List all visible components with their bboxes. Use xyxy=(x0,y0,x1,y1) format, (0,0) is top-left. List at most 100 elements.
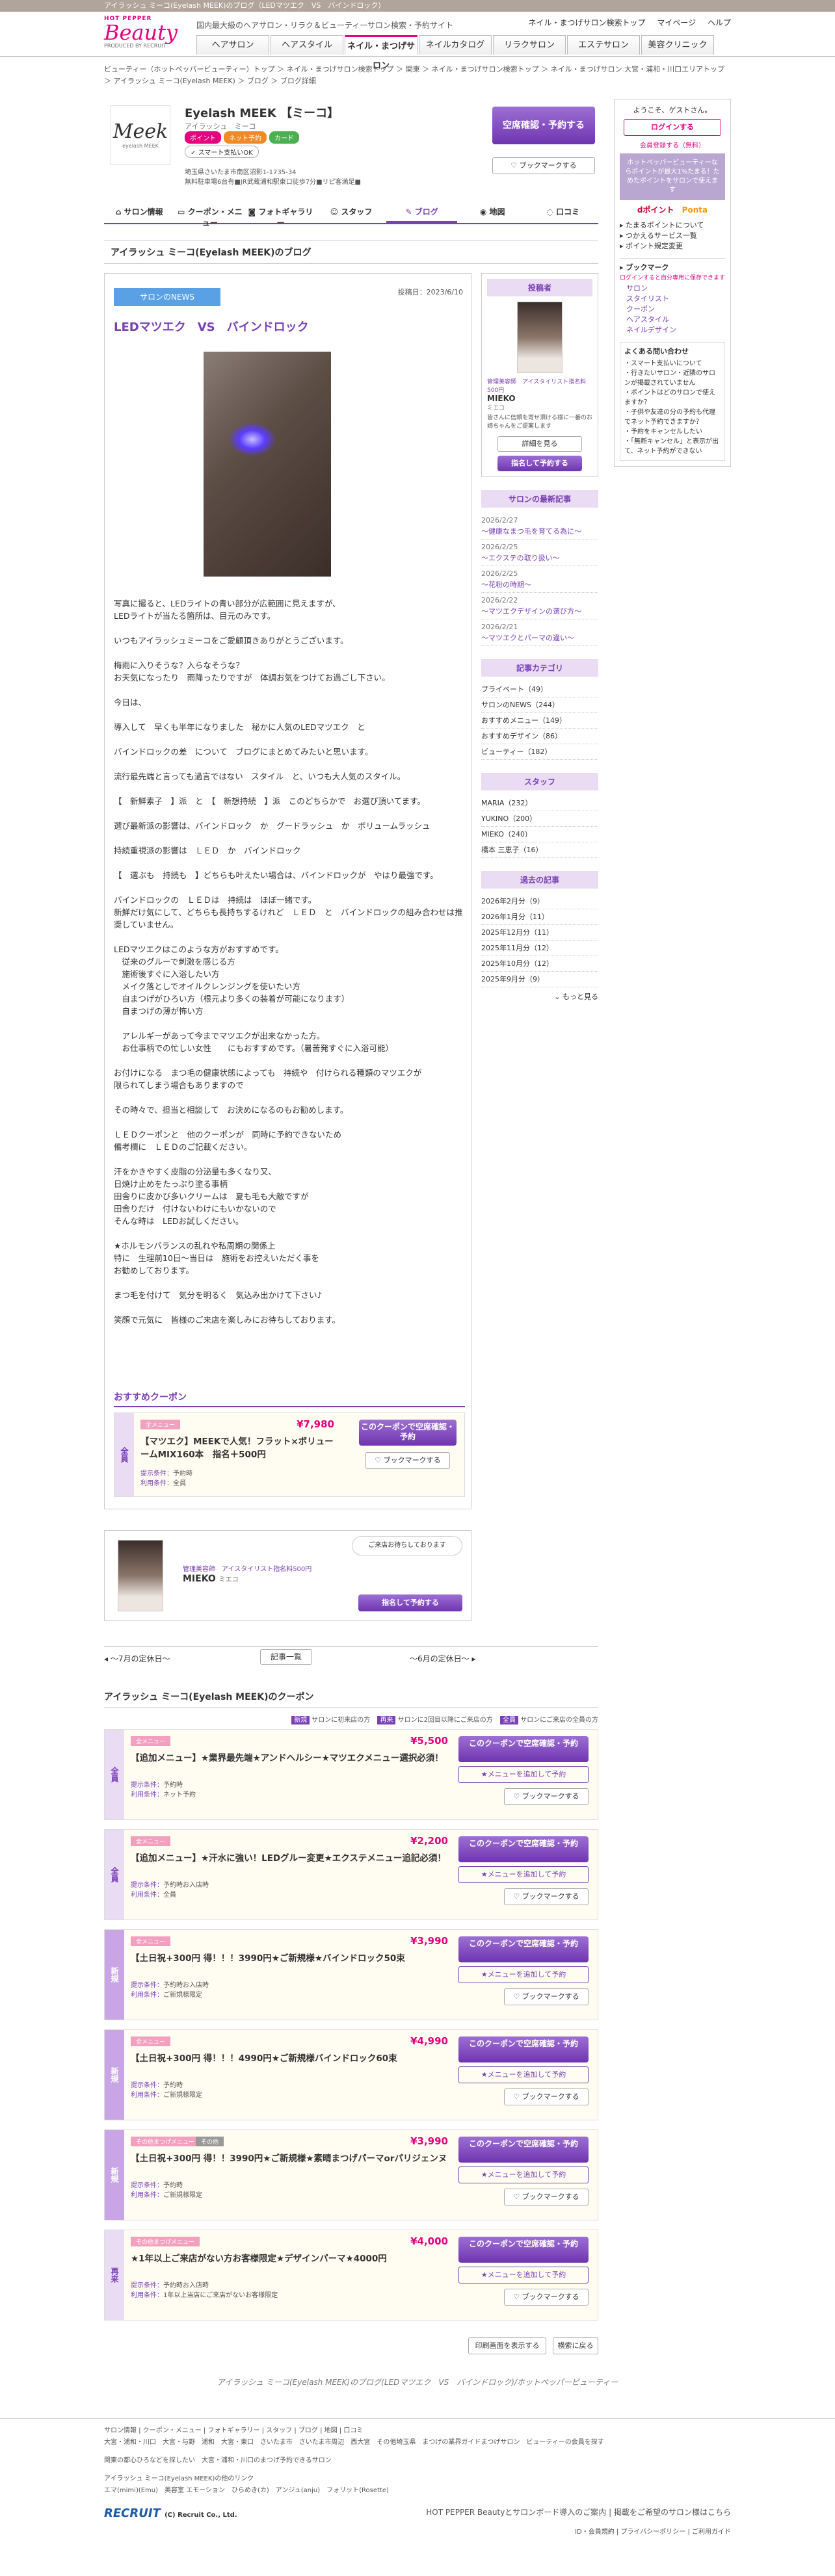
bookmark-item-salon[interactable]: サロン xyxy=(620,283,725,294)
author-detail-button[interactable]: 詳細を見る xyxy=(497,436,582,452)
faq-item[interactable]: ・行きたいサロン・近隣のサロンが掲載されていません xyxy=(624,369,721,388)
tab-map[interactable]: ◉ 地図 xyxy=(457,198,528,223)
coupon-reserve-button[interactable]: このクーポンで空席確認・予約 xyxy=(359,1420,457,1446)
archive-item[interactable]: 2025年9月分（9） xyxy=(481,972,598,987)
category-item[interactable]: おすすめメニュー（149） xyxy=(481,713,598,729)
tab-coupon-menu[interactable]: ▭ クーポン・メニュー xyxy=(175,198,246,228)
category-item[interactable]: サロンのNEWS（244） xyxy=(481,697,598,713)
recent-post[interactable]: 2026/2/27 ～健康なまつ毛を育てる為に～ xyxy=(481,513,598,540)
staff-reserve-button[interactable]: 指名して予約する xyxy=(358,1594,462,1611)
site-logo[interactable]: HOT PEPPER Beauty PRODUCED BY RECRUIT xyxy=(104,16,182,53)
coupon-bookmark-button[interactable]: ♡ ブックマークする xyxy=(504,1788,589,1805)
gnav-nail-eyelash[interactable]: ネイル・まつげサロン xyxy=(345,35,418,71)
coupon-add-menu-button[interactable]: ★メニューを追加して予約 xyxy=(458,2066,589,2083)
back-button[interactable]: 横索に戻る xyxy=(553,2337,598,2354)
staff-filter-item[interactable]: MARIA（232） xyxy=(481,796,598,811)
gnav-esthe[interactable]: エステサロン xyxy=(567,35,640,55)
footer-region-links[interactable]: 関東の都心ひろなどを探したい 大宮・浦和・川口のまつげ予約できるサロン xyxy=(104,2455,731,2467)
coupon-add-menu-button[interactable]: ★メニューを追加して予約 xyxy=(458,1766,589,1783)
footer-link[interactable]: クーポン・メニュー xyxy=(143,2427,202,2434)
coupon-reserve-button[interactable]: このクーポンで空席確認・予約 xyxy=(458,2237,589,2263)
archive-more-link[interactable]: ⌄ もっと見る xyxy=(481,991,598,1002)
footer-link[interactable]: スタッフ xyxy=(266,2427,292,2434)
coupon-add-menu-button[interactable]: ★メニューを追加して予約 xyxy=(458,2267,589,2283)
faq-item[interactable]: ・スマート支払いについて xyxy=(624,359,721,369)
header-link-search[interactable]: ネイル・まつげサロン検索トップ xyxy=(529,18,646,27)
coupon-add-menu-button[interactable]: ★メニューを追加して予約 xyxy=(458,1866,589,1883)
breadcrumb[interactable]: ビューティー（ホットペッパービューティー）トップ ＞ ネイル・まつげサロン検索ト… xyxy=(104,64,731,87)
tab-staff[interactable]: ☺ スタッフ xyxy=(316,198,387,223)
faq-item[interactable]: ・ポイントはどのサロンで使えますか？ xyxy=(624,388,721,408)
coupon-reserve-button[interactable]: このクーポンで空席確認・予約 xyxy=(458,1936,589,1962)
bookmark-item-coupon[interactable]: クーポン xyxy=(620,304,725,315)
gnav-relax[interactable]: リラクサロン xyxy=(493,35,566,55)
archive-item[interactable]: 2025年11月分（12） xyxy=(481,941,598,956)
coupon-add-menu-button[interactable]: ★メニューを追加して予約 xyxy=(458,2166,589,2183)
print-button[interactable]: 印刷画面を表示する xyxy=(468,2337,546,2354)
tab-blog[interactable]: ✎ ブログ xyxy=(386,198,457,223)
gnav-nail-catalog[interactable]: ネイルカタログ xyxy=(419,35,492,55)
faq-item[interactable]: ・子供や友達の分の予約も代理でネット予約できますか？ xyxy=(624,408,721,427)
gnav-hair-salon[interactable]: ヘアサロン xyxy=(196,35,269,55)
point-link[interactable]: ▸ つかえるサービス一覧 xyxy=(620,231,725,241)
coupon-reserve-button[interactable]: このクーポンで空席確認・予約 xyxy=(458,2036,589,2062)
recent-post[interactable]: 2026/2/22 ～マツエクデザインの選び方～ xyxy=(481,593,598,619)
recent-post[interactable]: 2026/2/21 ～マツエクとパーマの違い～ xyxy=(481,619,598,646)
pager-next[interactable]: ～6月の定休日～ ▸ xyxy=(410,1653,475,1664)
footer-listing-link[interactable]: 掲載をご希望のサロン様はこちら xyxy=(614,2508,731,2517)
gnav-hair-style[interactable]: ヘアスタイル xyxy=(271,35,343,55)
footer-link[interactable]: 口コミ xyxy=(343,2427,363,2434)
footer-guide-link[interactable]: ご利用ガイド xyxy=(692,2529,731,2536)
coupon-bookmark-button[interactable]: ♡ ブックマークする xyxy=(504,2289,589,2306)
archive-item[interactable]: 2025年12月分（11） xyxy=(481,925,598,941)
staff-filter-item[interactable]: 橋本 三恵子（16） xyxy=(481,842,598,858)
tab-salon-info[interactable]: ⌂ サロン情報 xyxy=(104,198,175,223)
coupon-reserve-button[interactable]: このクーポンで空席確認・予約 xyxy=(458,2137,589,2163)
footer-link[interactable]: ブログ xyxy=(298,2427,318,2434)
staff-filter-item[interactable]: YUKINO（200） xyxy=(481,811,598,827)
coupon-reserve-button[interactable]: このクーポンで空席確認・予約 xyxy=(458,1836,589,1862)
bookmark-item-stylist[interactable]: スタイリスト xyxy=(620,294,725,304)
bookmark-item-nail[interactable]: ネイルデザイン xyxy=(620,325,725,335)
coupon-bookmark-button[interactable]: ♡ ブックマークする xyxy=(504,2088,589,2105)
archive-item[interactable]: 2025年10月分（12） xyxy=(481,956,598,972)
point-link[interactable]: ▸ たまるポイントについて xyxy=(620,220,725,231)
archive-item[interactable]: 2026年1月分（11） xyxy=(481,909,598,925)
pager-prev[interactable]: ◂ ～7月の定休日～ xyxy=(104,1653,170,1664)
footer-related-links[interactable]: エマ(mimi)(Emu) 美容室 エモーション ひらめき(カ) アンジュ(an… xyxy=(104,2485,731,2497)
reserve-button[interactable]: 空席確認・予約する xyxy=(492,107,595,144)
footer-link[interactable]: サロン情報 xyxy=(104,2427,137,2434)
bookmark-button[interactable]: ♡ ブックマークする xyxy=(492,157,595,174)
tab-photo[interactable]: ◙ フォトギャラリー xyxy=(245,198,316,228)
coupon-bookmark-button[interactable]: ♡ ブックマークする xyxy=(504,2189,589,2205)
coupon-bookmark-button[interactable]: ♡ ブックマークする xyxy=(504,1888,589,1905)
category-item[interactable]: ビューティー（182） xyxy=(481,744,598,760)
point-link[interactable]: ▸ ポイント規定変更 xyxy=(620,241,725,252)
gnav-clinic[interactable]: 美容クリニック xyxy=(641,35,714,55)
recent-post[interactable]: 2026/2/25 ～花粉の時期～ xyxy=(481,566,598,593)
faq-item[interactable]: ・予約をキャンセルしたい xyxy=(624,427,721,437)
footer-link[interactable]: フォトギャラリー xyxy=(207,2427,259,2434)
author-reserve-button[interactable]: 指名して予約する xyxy=(497,456,582,471)
tab-reviews[interactable]: ◌ 口コミ xyxy=(527,198,598,223)
coupon-reserve-button[interactable]: このクーポンで空席確認・予約 xyxy=(458,1736,589,1762)
coupon-bookmark-button[interactable]: ♡ ブックマークする xyxy=(504,1988,589,2005)
archive-item[interactable]: 2026年2月分（9） xyxy=(481,894,598,909)
footer-link[interactable]: 地図 xyxy=(325,2427,338,2434)
category-item[interactable]: おすすめデザイン（86） xyxy=(481,729,598,744)
recent-post[interactable]: 2026/2/25 ～エクステの取り扱い～ xyxy=(481,540,598,566)
faq-item[interactable]: ・「無断キャンセル」と表示が出て、ネット予約ができない xyxy=(624,437,721,456)
staff-filter-item[interactable]: MIEKO（240） xyxy=(481,827,598,842)
pager-list-button[interactable]: 記事一覧 xyxy=(260,1649,312,1665)
header-link-mypage[interactable]: マイページ xyxy=(657,18,696,27)
coupon-bookmark-button[interactable]: ♡ ブックマークする xyxy=(365,1452,450,1469)
footer-privacy-link[interactable]: プライバシーポリシー xyxy=(620,2529,685,2536)
footer-area-links[interactable]: 大宮・浦和・川口 大宮・与野 浦和 大宮・東口 さいたま市 さいたま市周辺 西大… xyxy=(104,2437,731,2449)
category-item[interactable]: プライベート（49） xyxy=(481,682,598,697)
footer-salonboard-link[interactable]: HOT PEPPER Beautyとサロンボード導入のご案内 xyxy=(426,2508,606,2517)
article-category-label[interactable]: サロンのNEWS xyxy=(114,288,220,306)
register-link[interactable]: 会員登録する（無料） xyxy=(620,140,725,150)
coupon-add-menu-button[interactable]: ★メニューを追加して予約 xyxy=(458,1966,589,1983)
header-link-help[interactable]: ヘルプ xyxy=(708,18,731,27)
bookmark-item-hairstyle[interactable]: ヘアスタイル xyxy=(620,315,725,325)
